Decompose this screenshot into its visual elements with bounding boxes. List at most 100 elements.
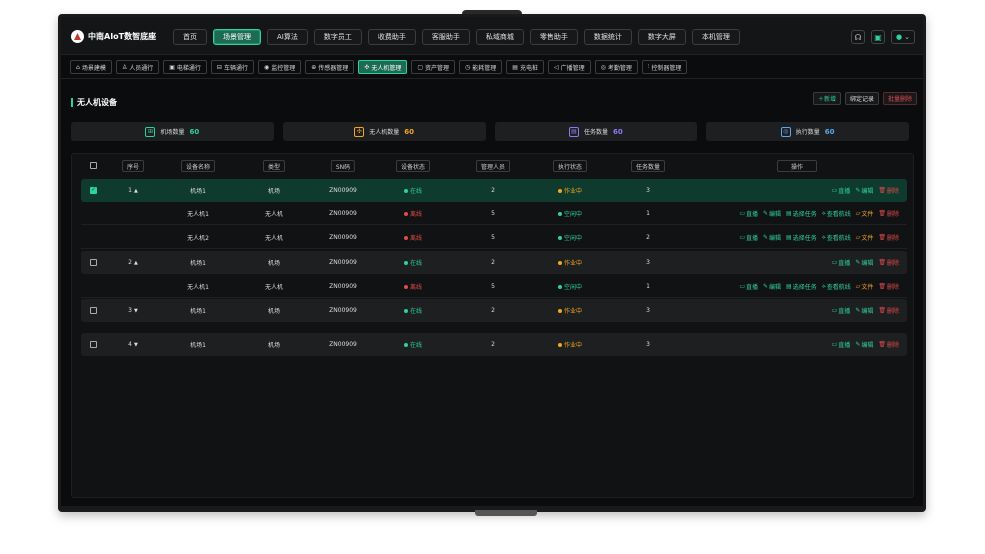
robot-icon[interactable]: ☊ <box>851 30 865 44</box>
nav-item[interactable]: 数据统计 <box>583 29 632 45</box>
task-icon: ▤ <box>786 234 792 241</box>
edit-icon: ✎ <box>855 187 861 194</box>
live-button[interactable]: ▭ 直播 <box>739 209 758 218</box>
row-checkbox[interactable] <box>90 259 97 266</box>
edit-button[interactable]: ✎ 编辑 <box>763 209 781 218</box>
edit-button[interactable]: ✎ 编辑 <box>855 340 873 349</box>
nav-item[interactable]: 场景管理 <box>213 29 261 45</box>
header-checkbox[interactable] <box>90 162 97 169</box>
caret-down-icon[interactable]: ▼ <box>134 342 138 348</box>
subnav-item[interactable]: ♙ 人员通行 <box>115 60 160 74</box>
edit-icon: ✎ <box>763 234 769 241</box>
sub-nav: ⌂ 场景建模 ♙ 人员通行 ▣ 电梯通行 ⊟ 车辆通行 ◉ 监控管理 ⊕ 传感器管理 ✣ 无人机管理 ▢ 资产… <box>70 60 688 74</box>
subnav-item[interactable]: ⊕ 传感器管理 <box>305 60 355 74</box>
live-button[interactable]: ▭ 直播 <box>739 282 758 291</box>
file-button[interactable]: ▱ 文件 <box>856 282 874 291</box>
cell-tasks: 3 <box>646 307 650 314</box>
delete-button[interactable]: 🗑 删除 <box>878 233 899 242</box>
subnav-item[interactable]: ◎ 考勤管理 <box>594 60 638 74</box>
table-row-child[interactable]: 无人机2 无人机 ZN00909 离线 5 空闲中 2 ▭ 直播 ✎ 编辑 ▤ 选择任务 ⟡ 查看航线 ▱ 文件… <box>81 226 907 249</box>
cell-manager: 5 <box>491 283 495 290</box>
row-number[interactable]: 3 ▼ <box>128 299 138 322</box>
user-avatar[interactable]: ● ⌄ <box>891 30 915 44</box>
op-label: 删除 <box>886 211 899 218</box>
stat-card: ▤ 任务数量 60 <box>494 122 698 141</box>
cell-tasks: 1 <box>646 210 650 217</box>
delete-button[interactable]: 🗑 删除 <box>878 186 899 195</box>
row-checkbox[interactable] <box>90 307 97 314</box>
track-button[interactable]: ⟡ 查看航线 <box>822 233 851 243</box>
row-number[interactable]: 1 ▲ <box>128 179 138 202</box>
track-button[interactable]: ⟡ 查看航线 <box>822 209 851 219</box>
nav-item[interactable]: 收费助手 <box>367 29 416 45</box>
row-number[interactable]: 4 ▼ <box>128 333 138 356</box>
add-button[interactable]: ＋新增 <box>812 92 841 105</box>
subnav-item[interactable]: ▣ 电梯通行 <box>163 60 207 74</box>
subnav-item[interactable]: ◉ 监控管理 <box>257 60 302 74</box>
row-number[interactable]: 2 ▲ <box>128 251 138 274</box>
caret-up-icon[interactable]: ▲ <box>134 188 138 194</box>
nav-item[interactable]: 数字大屏 <box>637 29 686 45</box>
subnav-label: 广播管理 <box>560 64 585 72</box>
row-checkbox[interactable] <box>90 341 97 348</box>
bind-record-button[interactable]: 绑定记录 <box>844 92 879 105</box>
edit-button[interactable]: ✎ 编辑 <box>763 282 781 291</box>
edit-button[interactable]: ✎ 编辑 <box>855 258 873 267</box>
table-row-group[interactable]: 3 ▼ 机场1 机场 ZN00909 在线 2 作业中 3 ▭ 直播 ✎ 编辑 🗑 删除 <box>81 299 907 322</box>
live-button[interactable]: ▭ 直播 <box>832 258 851 267</box>
subnav-item[interactable]: ⊟ 车辆通行 <box>210 60 254 74</box>
trash-icon: 🗑 <box>878 307 886 314</box>
delete-button[interactable]: 🗑 删除 <box>878 258 899 267</box>
subnav-item[interactable]: ▢ 资产管理 <box>411 60 456 74</box>
subnav-item[interactable]: ⌂ 场景建模 <box>70 60 112 74</box>
select-task-button[interactable]: ▤ 选择任务 <box>786 233 817 242</box>
table-row-group[interactable]: 4 ▼ 机场1 机场 ZN00909 在线 2 作业中 3 ▭ 直播 ✎ 编辑 🗑 删除 <box>81 333 907 356</box>
title-accent <box>71 98 73 107</box>
broadcast-icon: ◁ <box>553 63 559 71</box>
delete-button[interactable]: 🗑 删除 <box>878 340 899 349</box>
caret-down-icon[interactable]: ▼ <box>134 308 138 314</box>
sensor-icon: ⊕ <box>311 63 317 71</box>
nav-item[interactable]: 私域商城 <box>475 29 524 45</box>
table-row-group[interactable]: 1▲ 机场1 机场 ZN00909 在线 2 作业中 3 ▭直播 ✎编辑 🗑删除 <box>81 179 907 202</box>
delete-button[interactable]: 🗑 删除 <box>878 306 899 315</box>
track-button[interactable]: ⟡ 查看航线 <box>822 282 851 292</box>
edit-button[interactable]: ✎ 编辑 <box>855 186 873 195</box>
subnav-item[interactable]: ▤ 充电桩 <box>506 60 544 74</box>
status-dot <box>403 342 408 347</box>
row-checkbox[interactable] <box>90 186 97 194</box>
live-button[interactable]: ▭ 直播 <box>832 186 851 195</box>
nav-item[interactable]: 零售助手 <box>529 29 578 45</box>
delete-button[interactable]: 🗑 删除 <box>878 209 899 218</box>
delete-button[interactable]: 🗑 删除 <box>878 282 899 291</box>
edit-button[interactable]: ✎ 编辑 <box>763 233 781 242</box>
file-button[interactable]: ▱ 文件 <box>856 233 874 242</box>
subnav-item[interactable]: ◷ 能耗管理 <box>459 60 503 74</box>
file-button[interactable]: ▱ 文件 <box>856 209 874 218</box>
column-header: 执行状态 <box>552 160 588 172</box>
live-button[interactable]: ▭ 直播 <box>832 340 851 349</box>
table-row-child[interactable]: 无人机1 无人机 ZN00909 离线 5 空闲中 1 ▭ 直播 ✎ 编辑 ▤ 选择任务 ⟡ 查看航线 ▱ 文件… <box>81 275 907 298</box>
subnav-item[interactable]: ⫶ 控制器管理 <box>641 60 688 74</box>
caret-up-icon[interactable]: ▲ <box>134 260 138 266</box>
nav-item[interactable]: 客服助手 <box>421 29 470 45</box>
nav-item[interactable]: AI算法 <box>267 29 308 45</box>
video-icon: ▭ <box>739 210 745 217</box>
table-row-child[interactable]: 无人机1 无人机 ZN00909 离线 5 空闲中 1 ▭ 直播 ✎ 编辑 ▤ 选择任务 ⟡ 查看航线 ▱ 文件… <box>81 202 907 225</box>
nav-item[interactable]: 首页 <box>173 29 207 45</box>
device-icon[interactable]: ▣ <box>871 30 885 44</box>
live-button[interactable]: ▭ 直播 <box>739 233 758 242</box>
nav-item[interactable]: 数字员工 <box>313 29 362 45</box>
table-row-group[interactable]: 2 ▲ 机场1 机场 ZN00909 在线 2 作业中 3 ▭ 直播 ✎ 编辑 🗑 删除 <box>81 251 907 274</box>
cell-name: 无人机2 <box>187 235 209 242</box>
edit-button[interactable]: ✎ 编辑 <box>855 306 873 315</box>
batch-delete-button[interactable]: 批量删除 <box>882 92 917 105</box>
select-task-button[interactable]: ▤ 选择任务 <box>786 209 817 218</box>
live-button[interactable]: ▭ 直播 <box>832 306 851 315</box>
cell-sn: ZN00909 <box>329 307 357 314</box>
nav-item[interactable]: 本机管理 <box>691 29 740 45</box>
subnav-item[interactable]: ◁ 广播管理 <box>547 60 591 74</box>
subnav-item[interactable]: ✣ 无人机管理 <box>358 60 408 74</box>
exec-text: 空闲中 <box>563 211 583 218</box>
select-task-button[interactable]: ▤ 选择任务 <box>786 282 817 291</box>
